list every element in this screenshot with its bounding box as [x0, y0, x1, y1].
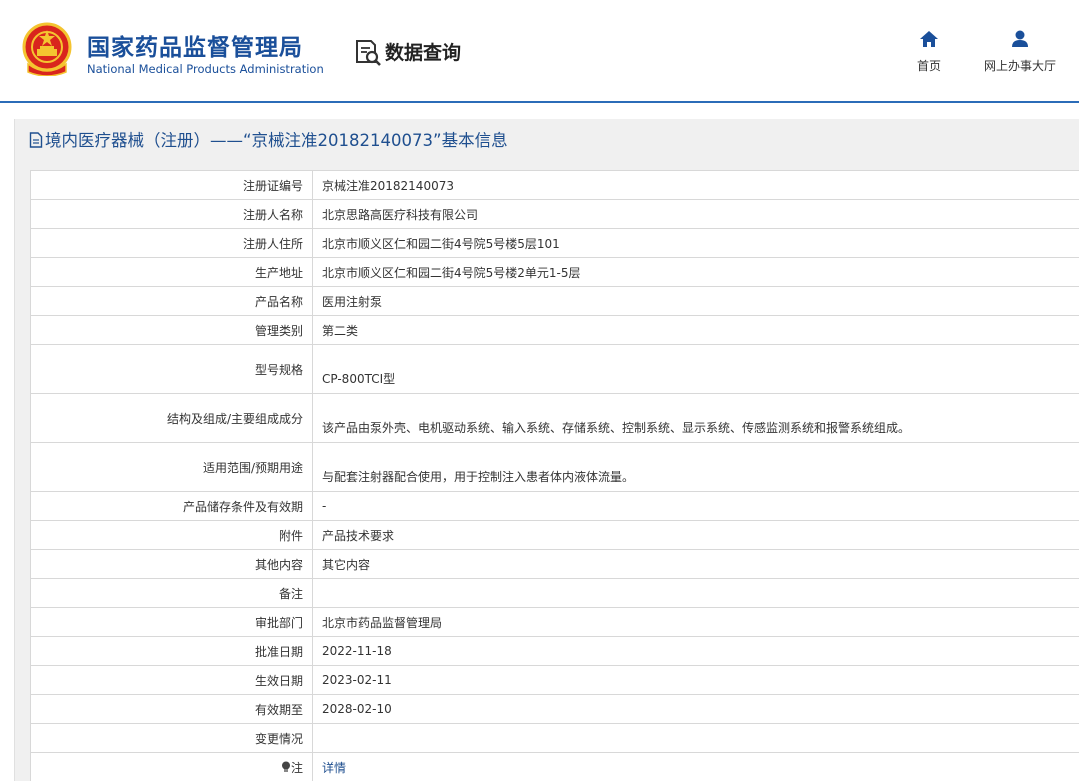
table-row: 其他内容 其它内容: [30, 549, 1079, 579]
table-row: 结构及组成/主要组成成分 该产品由泵外壳、电机驱动系统、输入系统、存储系统、控制系…: [30, 393, 1079, 443]
table-row: 注册人住所 北京市顺义区仁和园二街4号院5号楼5层101: [30, 228, 1079, 258]
row-label: 注册证编号: [30, 170, 313, 200]
table-row: 产品储存条件及有效期 -: [30, 491, 1079, 521]
row-label: 生效日期: [30, 665, 313, 695]
site-title: 国家药品监督管理局: [87, 35, 303, 61]
panel-title: 境内医疗器械（注册）——“京械注准20182140073”基本信息: [29, 127, 508, 151]
header-divider: [0, 101, 1079, 103]
row-value: 2023-02-11: [312, 665, 1079, 695]
site-subtitle: National Medical Products Administration: [87, 62, 324, 76]
row-value: 第二类: [312, 315, 1079, 345]
row-label: 其他内容: [30, 549, 313, 579]
row-label: 注册人住所: [30, 228, 313, 258]
site-header: 国家药品监督管理局 National Medical Products Admi…: [0, 0, 1079, 102]
row-value: [312, 723, 1079, 753]
row-label: 适用范围/预期用途: [30, 442, 313, 492]
row-value: [312, 578, 1079, 608]
row-value: 北京市顺义区仁和园二街4号院5号楼2单元1-5层: [312, 257, 1079, 287]
user-icon: [1012, 30, 1028, 47]
row-label: 产品储存条件及有效期: [30, 491, 313, 521]
row-value: 其它内容: [312, 549, 1079, 579]
row-value: 与配套注射器配合使用，用于控制注入患者体内液体流量。: [312, 442, 1079, 492]
data-query-icon: [356, 40, 381, 66]
table-row: 注册人名称 北京思路高医疗科技有限公司: [30, 199, 1079, 229]
note-label: 注: [290, 760, 303, 775]
table-row: 注册证编号 京械注准20182140073: [30, 170, 1079, 200]
row-value: 详情: [312, 752, 1079, 781]
table-row: 批准日期 2022-11-18: [30, 636, 1079, 666]
row-label: 审批部门: [30, 607, 313, 637]
row-value: 北京市顺义区仁和园二街4号院5号楼5层101: [312, 228, 1079, 258]
row-label: 生产地址: [30, 257, 313, 287]
row-value: 京械注准20182140073: [312, 170, 1079, 200]
nav-home[interactable]: 首页: [906, 30, 952, 74]
row-label: 备注: [30, 578, 313, 608]
row-label: 注册人名称: [30, 199, 313, 229]
row-label: 管理类别: [30, 315, 313, 345]
table-row: 审批部门 北京市药品监督管理局: [30, 607, 1079, 637]
info-table: 注册证编号 京械注准20182140073 注册人名称 北京思路高医疗科技有限公司 …: [30, 170, 1079, 781]
table-row: 适用范围/预期用途 与配套注射器配合使用，用于控制注入患者体内液体流量。: [30, 442, 1079, 492]
details-link[interactable]: 详情: [322, 761, 346, 775]
table-row: 附件 产品技术要求: [30, 520, 1079, 550]
table-row: 变更情况: [30, 723, 1079, 753]
table-row: 产品名称 医用注射泵: [30, 286, 1079, 316]
row-value: 该产品由泵外壳、电机驱动系统、输入系统、存储系统、控制系统、显示系统、传感监测系…: [312, 393, 1079, 443]
row-value: CP-800TCI型: [312, 344, 1079, 394]
table-row: 管理类别 第二类: [30, 315, 1079, 345]
row-value: 北京市药品监督管理局: [312, 607, 1079, 637]
home-icon: [920, 31, 938, 47]
table-row: 型号规格 CP-800TCI型: [30, 344, 1079, 394]
table-row: 备注: [30, 578, 1079, 608]
document-icon: [29, 132, 43, 148]
row-value: 2022-11-18: [312, 636, 1079, 666]
row-label: 批准日期: [30, 636, 313, 666]
table-row: 注 详情: [30, 752, 1079, 781]
row-value: -: [312, 491, 1079, 521]
row-value: 2028-02-10: [312, 694, 1079, 724]
row-value: 北京思路高医疗科技有限公司: [312, 199, 1079, 229]
nav-online-hall-label: 网上办事大厅: [983, 59, 1056, 73]
row-label: 注: [30, 752, 313, 781]
table-row: 生产地址 北京市顺义区仁和园二街4号院5号楼2单元1-5层: [30, 257, 1079, 287]
row-value: 产品技术要求: [312, 520, 1079, 550]
info-panel: 境内医疗器械（注册）——“京械注准20182140073”基本信息 注册证编号京…: [14, 119, 1079, 781]
row-label: 变更情况: [30, 723, 313, 753]
row-label: 结构及组成/主要组成成分: [30, 393, 313, 443]
bulb-icon: [281, 761, 290, 772]
row-label: 有效期至: [30, 694, 313, 724]
nav-online-hall[interactable]: 网上办事大厅: [975, 30, 1065, 74]
table-row: 生效日期 2023-02-11: [30, 665, 1079, 695]
row-value: 医用注射泵: [312, 286, 1079, 316]
row-label: 产品名称: [30, 286, 313, 316]
national-emblem-icon: [22, 22, 72, 76]
panel-title-text: 境内医疗器械（注册）——“京械注准20182140073”基本信息: [45, 131, 508, 150]
row-label: 附件: [30, 520, 313, 550]
nav-home-label: 首页: [916, 59, 941, 73]
row-label: 型号规格: [30, 344, 313, 394]
data-query-label: 数据查询: [385, 42, 462, 64]
table-row: 有效期至 2028-02-10: [30, 694, 1079, 724]
